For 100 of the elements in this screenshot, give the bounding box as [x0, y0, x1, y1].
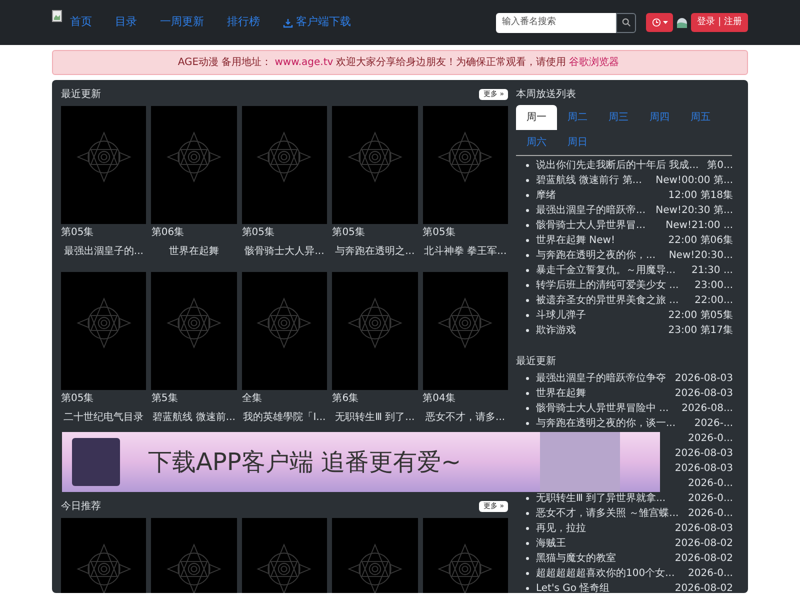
bullet-icon: [526, 557, 529, 560]
episode-label: 第05集: [61, 226, 95, 240]
bullet-icon: [526, 572, 529, 575]
notice-link[interactable]: www.age.tv: [274, 57, 334, 68]
anime-link[interactable]: 再见，拉拉: [536, 521, 586, 536]
airtime-label: 12:00 第18集: [667, 189, 733, 203]
anime-link[interactable]: 无职转生Ⅲ 到了异世界就拿...: [536, 491, 666, 506]
airtime-label: 22:00 第05集: [667, 309, 733, 323]
poster-placeholder[interactable]: [61, 272, 146, 390]
section-title: 本周放送列表: [516, 88, 577, 101]
anime-link[interactable]: 世界在起舞: [536, 386, 586, 401]
update-date: 2026-08-03: [674, 387, 733, 401]
airtime-label: 22:00 第06集: [667, 234, 733, 248]
bullet-icon: [526, 497, 529, 500]
airtime-label: 21:30 ...: [690, 264, 733, 278]
anime-title[interactable]: 二十世纪电气目录: [61, 410, 146, 430]
anime-link[interactable]: 摩绪: [536, 188, 556, 203]
nav-link[interactable]: 排行榜: [227, 14, 260, 31]
search-field[interactable]: 输入番名搜索: [496, 12, 616, 32]
anime-link[interactable]: 被遗弃圣女的异世界美食之旅 ...: [536, 293, 679, 308]
anime-title[interactable]: 我的英雄學院「I...: [242, 410, 328, 430]
anime-link[interactable]: 骸骨骑士大人异世界冒险中 ...: [536, 401, 669, 416]
anime-link[interactable]: 海贼王: [536, 536, 566, 551]
anime-link[interactable]: 与奔跑在透明之夜的你，谈一...: [536, 416, 676, 431]
nav-link[interactable]: 一周更新: [160, 14, 204, 31]
update-date: 2026-08...: [680, 402, 733, 416]
airtime-label: New!21:00 ...: [664, 219, 733, 233]
bullet-icon: [526, 587, 529, 590]
airtime-label: New!20:30...: [668, 249, 733, 263]
poster-placeholder[interactable]: [422, 272, 508, 390]
poster-placeholder[interactable]: [61, 106, 146, 224]
poster-placeholder[interactable]: [242, 272, 328, 390]
anime-link[interactable]: Let's Go 怪奇组: [536, 581, 610, 593]
clock-icon: [652, 18, 661, 27]
bullet-icon: [526, 422, 529, 425]
anime-link[interactable]: 欺诈游戏: [536, 323, 576, 338]
bullet-icon: [526, 392, 529, 395]
anime-link[interactable]: 世界在起舞 New!: [536, 233, 615, 248]
bullet-icon: [526, 512, 529, 515]
update-date: 2026-0...: [687, 477, 733, 491]
bullet-icon: [526, 329, 529, 332]
anime-title[interactable]: 恶女不才，请多...: [422, 410, 508, 430]
anime-link[interactable]: 暴走千金立誓复仇。～用魔导...: [536, 263, 676, 278]
search-input[interactable]: 输入番名搜索: [502, 16, 610, 30]
update-date: 2026-08-02: [674, 552, 733, 566]
anime-link[interactable]: 恶女不才，请多关照 ～雏宫蝶...: [536, 506, 679, 521]
notice-link[interactable]: 谷歌浏览器: [569, 57, 620, 68]
poster-placeholder[interactable]: [332, 272, 418, 390]
anime-link[interactable]: 说出你们先走我断后的十年后 我成...: [536, 158, 699, 173]
bullet-icon: [526, 284, 529, 287]
history-button[interactable]: [646, 13, 674, 32]
airtime-label: New!00:00 第...: [654, 174, 733, 188]
bullet-icon: [526, 269, 529, 272]
anime-title[interactable]: 世界在起舞: [151, 244, 237, 264]
anime-link[interactable]: 与奔跑在透明之夜的你，...: [536, 248, 656, 263]
anime-link[interactable]: 超超超超超喜欢你的100个女...: [536, 566, 675, 581]
broken-image-icon: [52, 10, 62, 22]
anime-link[interactable]: 碧蓝航线 微速前行 第...: [536, 173, 642, 188]
episode-label: 第05集: [242, 226, 276, 240]
anime-link[interactable]: 转学后班上的清纯可爱美少女 ...: [536, 278, 679, 293]
anime-title[interactable]: 北斗神拳 拳王军...: [422, 244, 508, 264]
anime-title[interactable]: 无职转生Ⅲ 到了...: [332, 410, 418, 430]
caret-icon: [662, 21, 668, 24]
update-date: 2026-0...: [687, 507, 733, 521]
search-button[interactable]: [616, 12, 636, 32]
nav-link[interactable]: 首页: [70, 14, 92, 31]
anime-title[interactable]: 骸骨骑士大人异...: [242, 244, 328, 264]
anime-link[interactable]: 最强出涸皇子的暗跃帝...: [536, 203, 646, 218]
update-date: 2026-08-03: [674, 462, 733, 476]
episode-label: 第05集: [422, 226, 456, 240]
anime-link[interactable]: 斗球儿弹子: [536, 308, 586, 323]
episode-label: 第05集: [61, 392, 95, 406]
anime-link[interactable]: 骸骨骑士大人异世界冒...: [536, 218, 646, 233]
anime-title[interactable]: 最强出涸皇子的...: [61, 244, 146, 264]
episode-label: 第6集: [332, 392, 360, 406]
airtime-label: New!20:30 第...: [654, 204, 733, 218]
day-tab[interactable]: 周一: [516, 105, 557, 130]
avatar-icon[interactable]: [677, 18, 688, 28]
update-date: 2026-0...: [687, 567, 733, 581]
anime-link[interactable]: 黑猫与魔女的教室: [536, 551, 616, 566]
update-date: 2026-0...: [687, 432, 733, 446]
anime-title[interactable]: 碧蓝航线 微速前...: [151, 410, 237, 430]
section-title: 今日推荐: [61, 500, 101, 514]
airtime-label: 22:00...: [694, 294, 733, 308]
nav-link[interactable]: 目录: [115, 14, 137, 31]
nav-link[interactable]: 客户端下载: [283, 14, 351, 31]
poster-placeholder[interactable]: [332, 106, 418, 224]
airtime-label: 第0...: [706, 159, 733, 173]
poster-placeholder[interactable]: [422, 106, 508, 224]
update-date: 2026-...: [693, 417, 733, 431]
poster-placeholder[interactable]: [242, 106, 328, 224]
anime-title[interactable]: 与奔跑在透明之...: [332, 244, 418, 264]
airtime-label: 23:00 第17集: [667, 324, 733, 338]
update-date: 2026-08-03: [674, 372, 733, 386]
poster-placeholder[interactable]: [151, 272, 237, 390]
poster-placeholder[interactable]: [151, 106, 237, 224]
login-register-button[interactable]: 登录 | 注册: [691, 13, 748, 32]
episode-label: 第05集: [332, 226, 366, 240]
anime-link[interactable]: 最强出涸皇子的暗跃帝位争夺: [536, 371, 666, 386]
anime-character-picture: [72, 438, 120, 486]
